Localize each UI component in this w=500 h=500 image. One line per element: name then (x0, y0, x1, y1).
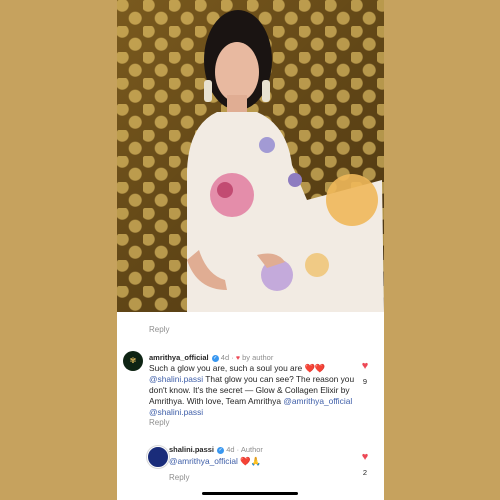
comment-text: Such a glow you are, such a soul you are… (149, 363, 357, 418)
reply-button[interactable]: Reply (169, 473, 189, 482)
like-count: 9 (362, 377, 368, 386)
like-count: 2 (362, 468, 368, 477)
comment-header: shalini.passi ✓ 4d · Author (169, 445, 263, 454)
comment-time: 4d (220, 353, 230, 362)
reply-button[interactable]: Reply (149, 418, 169, 427)
heart-icon: ♥ (361, 360, 369, 372)
amrithya-avatar[interactable]: ✾ (123, 351, 143, 371)
emoji-text: ❤️🙏 (240, 456, 262, 466)
instagram-post-screen: Reply ✾ amrithya_official ✓ 4d · ♥ by au… (117, 0, 384, 500)
comment-header: amrithya_official ✓ 4d · ♥ by author (149, 353, 273, 362)
comment-username[interactable]: shalini.passi (169, 445, 214, 454)
author-heart-icon: ♥ (235, 355, 240, 362)
mention-link[interactable]: @shalini.passi (149, 374, 203, 384)
comment-username[interactable]: amrithya_official (149, 353, 209, 362)
heart-emoji: ❤️❤️ (304, 363, 326, 373)
verified-badge-icon: ✓ (211, 354, 219, 362)
comment-text: @amrithya_official ❤️🙏 (169, 456, 349, 467)
meta-separator: · (231, 353, 234, 362)
home-indicator[interactable] (202, 492, 298, 495)
mention-link[interactable]: @amrithya_official (169, 456, 238, 466)
post-photo[interactable] (117, 0, 384, 312)
comment-time: 4d (226, 445, 235, 454)
meta-separator: · (236, 445, 240, 454)
post-photo-illustration (187, 10, 384, 312)
comment-text-part: Such a glow you are, such a soul you are (149, 363, 305, 373)
like-button[interactable]: ♥ 2 (358, 451, 372, 477)
heart-icon: ♥ (361, 451, 369, 463)
shalini-avatar[interactable] (147, 446, 169, 468)
mention-link[interactable]: @shalini.passi (149, 407, 203, 417)
amrithya-logo-icon: ✾ (129, 356, 137, 365)
by-author-label: by author (242, 353, 274, 362)
like-button[interactable]: ♥ 9 (358, 360, 372, 386)
mention-link[interactable]: @amrithya_official (283, 396, 352, 406)
verified-badge-icon: ✓ (217, 446, 225, 454)
photo-reply-link[interactable]: Reply (149, 325, 169, 334)
author-label: Author (240, 445, 263, 454)
